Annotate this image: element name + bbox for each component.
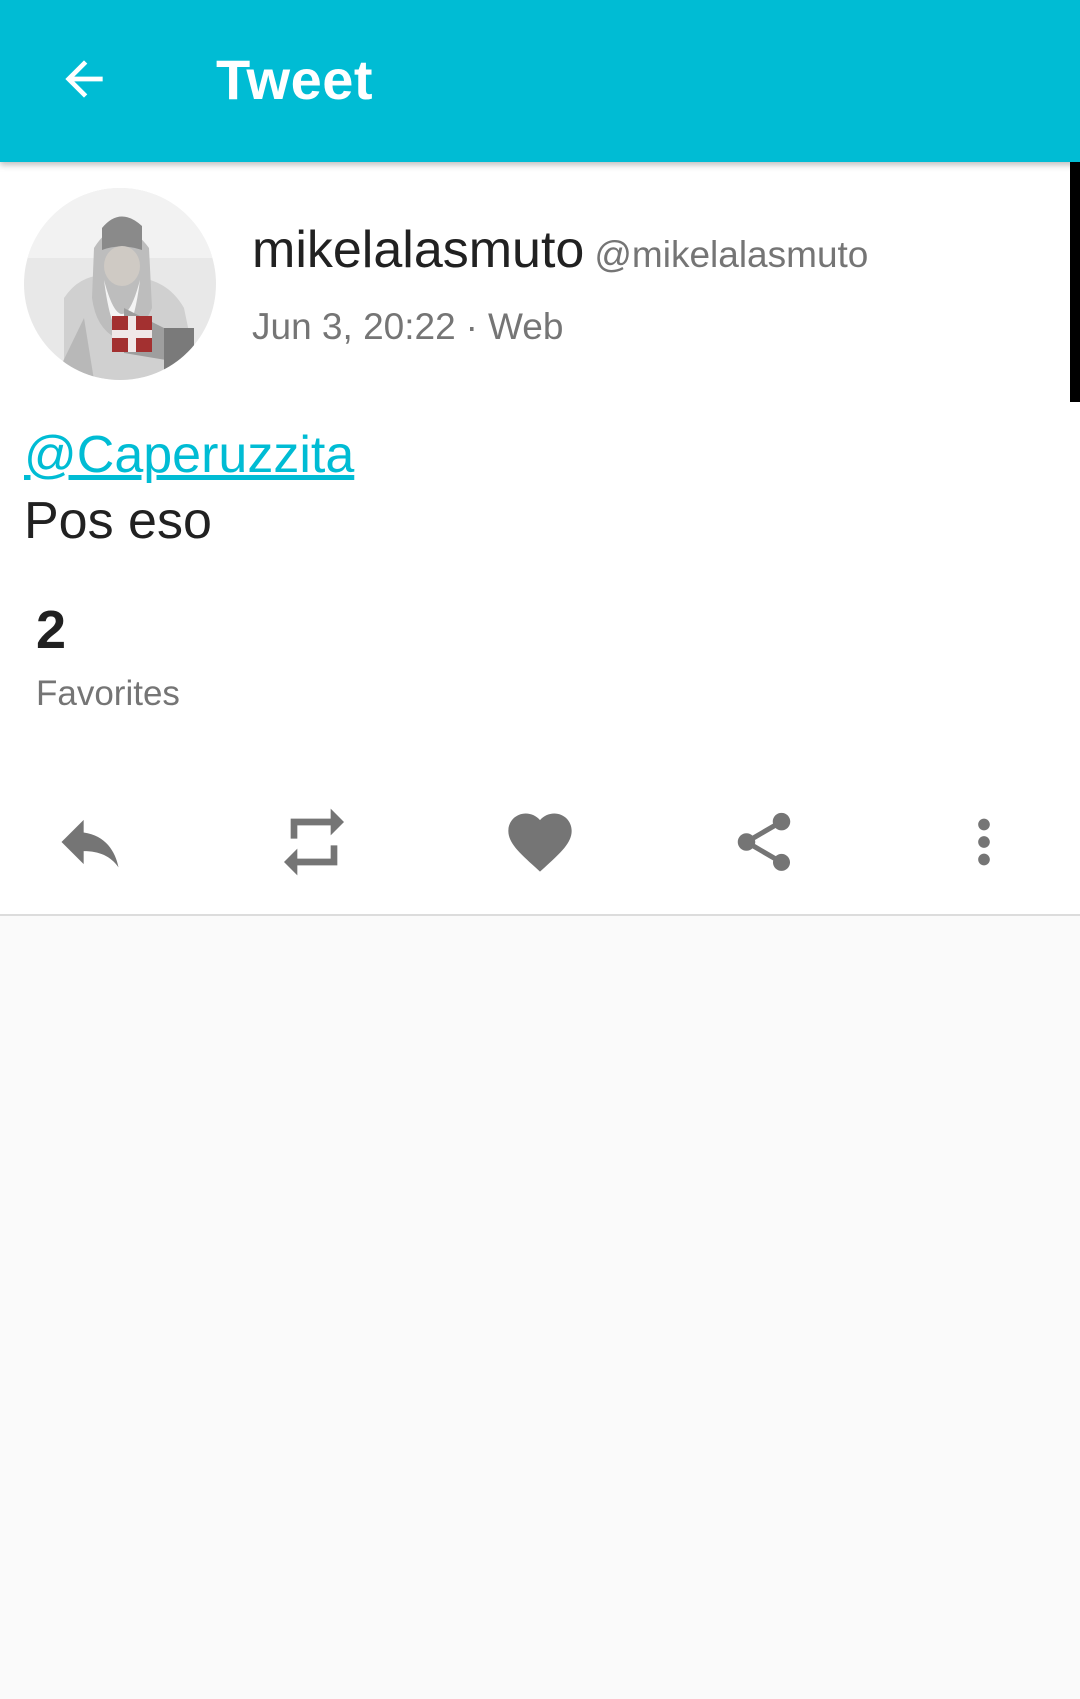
tweet-card: mikelalasmuto @mikelalasmuto Jun 3, 20:22… bbox=[0, 162, 1080, 916]
display-name[interactable]: mikelalasmuto bbox=[252, 221, 584, 279]
user-handle[interactable]: @mikelalasmuto bbox=[594, 234, 868, 275]
reply-button[interactable] bbox=[40, 792, 140, 892]
arrow-left-icon bbox=[65, 60, 103, 98]
retweet-button[interactable] bbox=[264, 792, 364, 892]
more-vert-icon bbox=[978, 818, 990, 866]
favorites-stat[interactable]: 2 Favorites bbox=[36, 600, 180, 714]
share-button[interactable] bbox=[714, 792, 814, 892]
favorites-label: Favorites bbox=[36, 674, 180, 713]
tweet-text: Pos eso bbox=[24, 492, 212, 550]
share-icon bbox=[737, 812, 791, 871]
author-line: mikelalasmuto @mikelalasmuto bbox=[252, 220, 868, 280]
more-options-button[interactable] bbox=[934, 792, 1034, 892]
page-title: Tweet bbox=[216, 48, 374, 111]
reply-icon bbox=[61, 819, 119, 868]
heart-icon bbox=[508, 813, 572, 872]
tweet-meta: Jun 3, 20:22 · Web bbox=[252, 306, 563, 348]
avatar-image bbox=[24, 188, 216, 380]
scrollbar[interactable] bbox=[1070, 162, 1080, 402]
favorites-count: 2 bbox=[36, 600, 67, 660]
mention-link[interactable]: @Caperuzzita bbox=[24, 422, 354, 488]
app-bar: Tweet bbox=[0, 0, 1080, 162]
retweet-icon bbox=[284, 808, 344, 876]
favorite-button[interactable] bbox=[490, 792, 590, 892]
tweet-source: Web bbox=[488, 306, 564, 347]
back-button[interactable] bbox=[44, 39, 124, 119]
avatar[interactable] bbox=[24, 188, 216, 380]
tweet-body: @Caperuzzita Pos eso bbox=[24, 422, 354, 554]
tweet-date: Jun 3, 20:22 bbox=[252, 306, 456, 347]
meta-separator: · bbox=[465, 306, 478, 347]
action-bar bbox=[0, 782, 1080, 902]
